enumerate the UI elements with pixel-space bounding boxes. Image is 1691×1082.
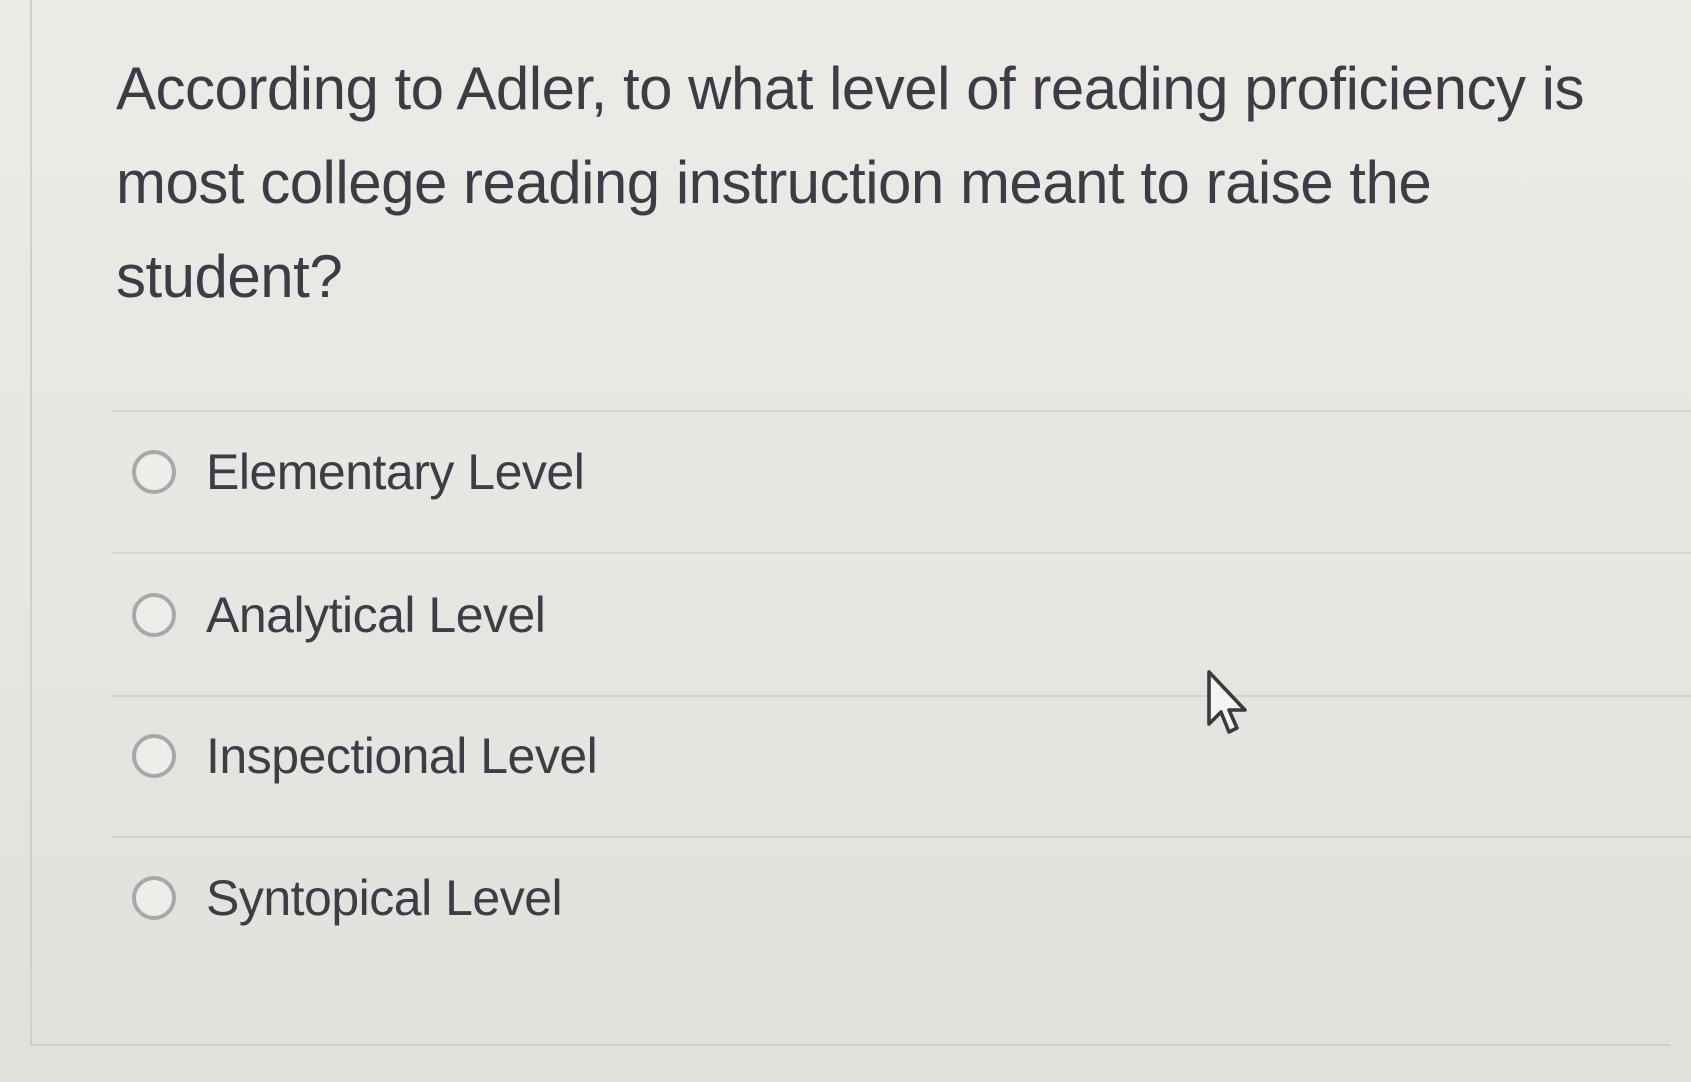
radio-button[interactable] bbox=[132, 734, 176, 778]
quiz-screen: According to Adler, to what level of rea… bbox=[0, 0, 1691, 1082]
answer-label: Elementary Level bbox=[206, 444, 585, 500]
answer-option-elementary[interactable]: Elementary Level bbox=[132, 432, 1632, 512]
divider bbox=[112, 695, 1691, 697]
radio-button[interactable] bbox=[132, 876, 176, 920]
divider bbox=[112, 552, 1691, 554]
divider bbox=[112, 836, 1691, 838]
mouse-pointer-icon bbox=[1207, 670, 1247, 734]
radio-button[interactable] bbox=[132, 593, 176, 637]
answer-label: Analytical Level bbox=[206, 587, 546, 643]
answer-option-syntopical[interactable]: Syntopical Level bbox=[132, 858, 1632, 938]
answer-option-analytical[interactable]: Analytical Level bbox=[132, 575, 1632, 655]
answer-option-inspectional[interactable]: Inspectional Level bbox=[132, 716, 1632, 796]
answer-label: Syntopical Level bbox=[206, 870, 563, 926]
question-card: According to Adler, to what level of rea… bbox=[30, 0, 1691, 1046]
answer-label: Inspectional Level bbox=[206, 728, 598, 784]
divider bbox=[112, 410, 1691, 412]
question-text: According to Adler, to what level of rea… bbox=[116, 55, 1584, 310]
radio-button[interactable] bbox=[132, 450, 176, 494]
